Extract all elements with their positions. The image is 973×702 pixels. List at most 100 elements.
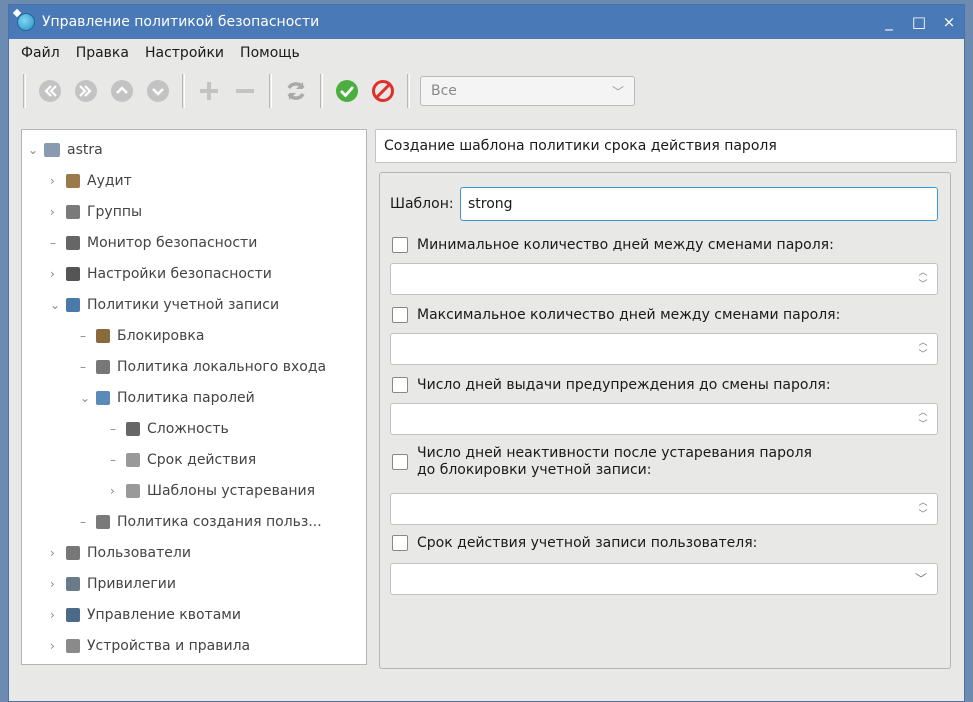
expand-icon[interactable]: › — [50, 174, 64, 188]
number-spinbox[interactable]: ︿ ﹀ — [390, 493, 938, 525]
field-checkbox[interactable] — [392, 454, 408, 470]
spin-arrows-icon[interactable]: ︿ ﹀ — [917, 267, 929, 291]
tree-item[interactable]: – Политика создания польз... — [80, 507, 322, 537]
spin-arrows-icon[interactable]: ︿ ﹀ — [917, 337, 929, 361]
up-icon[interactable] — [107, 76, 137, 106]
toolbar-separator — [269, 74, 272, 108]
tree-item[interactable]: – Политика локального входа — [80, 352, 326, 382]
menu-settings[interactable]: Настройки — [137, 45, 232, 61]
tree-item[interactable]: › Настройки безопасности — [50, 259, 272, 289]
detail-panel: Создание шаблона политики срока действия… — [375, 129, 957, 669]
filter-value: Все — [431, 83, 457, 99]
close-button[interactable]: × — [934, 13, 964, 31]
field-checkbox[interactable] — [392, 377, 408, 393]
field-checkbox[interactable] — [392, 535, 408, 551]
toolbar: Все ﹀ — [9, 67, 964, 115]
tree-item-icon — [66, 298, 80, 312]
tree-item[interactable]: ⌄ Политики учетной записи — [50, 290, 279, 320]
tree-item[interactable]: ⌄ Политика паролей — [80, 383, 255, 413]
date-dropdown[interactable]: ﹀ — [390, 563, 938, 595]
field-checkbox-row[interactable]: Минимальное количество дней между сменам… — [392, 237, 834, 254]
remove-icon[interactable] — [230, 76, 260, 106]
expand-icon[interactable]: › — [50, 639, 64, 653]
status-bar — [9, 673, 964, 701]
tree-item-label: Срок действия — [147, 452, 257, 468]
field-checkbox[interactable] — [392, 307, 408, 323]
tree-item[interactable]: › Аудит — [50, 166, 132, 196]
field-checkbox-row[interactable]: Число дней выдачи предупреждения до смен… — [392, 377, 831, 394]
chevron-down-icon[interactable]: ﹀ — [915, 570, 927, 587]
tree-item-icon — [126, 453, 140, 467]
expand-icon[interactable]: › — [50, 546, 64, 560]
minimize-button[interactable]: _ — [874, 13, 904, 31]
tree-item-icon — [96, 360, 110, 374]
tree-item[interactable]: › Группы — [50, 197, 142, 227]
tree-item-label: Группы — [87, 204, 143, 220]
field-label: Срок действия учетной записи пользовател… — [417, 535, 758, 551]
add-icon[interactable] — [194, 76, 224, 106]
number-spinbox[interactable]: ︿ ﹀ — [390, 263, 938, 295]
tree-item-label: Настройки безопасности — [87, 266, 272, 282]
tree-item-label: Политика паролей — [117, 390, 255, 406]
toolbar-separator — [320, 74, 323, 108]
menu-edit[interactable]: Правка — [68, 45, 137, 61]
expand-icon[interactable]: ⌄ — [80, 391, 94, 405]
form-panel: Шаблон: strong Минимальное количество дн… — [379, 172, 951, 669]
tree-item[interactable]: – Срок действия — [110, 445, 256, 475]
tree-item[interactable]: – Монитор безопасности — [50, 228, 257, 258]
tree-item[interactable]: – Сложность — [110, 414, 229, 444]
maximize-button[interactable]: □ — [904, 13, 934, 31]
expand-icon[interactable]: ⌄ — [28, 143, 42, 157]
expand-icon[interactable]: › — [50, 205, 64, 219]
tree-item[interactable]: › Привилегии — [50, 569, 176, 599]
tree-item-label: Сложность — [147, 421, 229, 437]
chevron-down-icon: ﹀ — [611, 84, 624, 99]
expand-icon[interactable]: ⌄ — [50, 298, 64, 312]
down-icon[interactable] — [143, 76, 173, 106]
field-checkbox-row[interactable]: Срок действия учетной записи пользовател… — [392, 535, 757, 552]
tree-item[interactable]: › Управление квотами — [50, 600, 241, 630]
tree-item[interactable]: – Блокировка — [80, 321, 204, 351]
tree-item-label: Политика создания польз... — [117, 514, 322, 530]
expand-icon[interactable]: › — [110, 484, 124, 498]
policy-tree: ⌄ astra › Аудит › Группы – Монитор безопасности… — [21, 129, 367, 665]
tree-branch: – — [80, 360, 86, 374]
form-heading: Создание шаблона политики срока действия… — [375, 129, 957, 163]
tree-item-icon — [66, 577, 80, 591]
tree-branch: – — [80, 329, 86, 343]
field-checkbox-row[interactable]: Максимальное количество дней между смена… — [392, 307, 840, 324]
tree-item-label: Политики учетной записи — [87, 297, 280, 313]
toolbar-separator — [182, 74, 185, 108]
field-label: Минимальное количество дней между сменам… — [417, 237, 834, 253]
number-spinbox[interactable]: ︿ ﹀ — [390, 403, 938, 435]
tree-item[interactable]: › Шаблоны устаревания — [110, 476, 315, 506]
menu-file[interactable]: Файл — [13, 45, 68, 61]
tree-branch: – — [80, 515, 86, 529]
expand-icon[interactable]: › — [50, 608, 64, 622]
spin-arrows-icon[interactable]: ︿ ﹀ — [917, 497, 929, 521]
tree-item-label: Пользователи — [87, 545, 191, 561]
template-input[interactable]: strong — [460, 187, 938, 221]
tree-branch: – — [110, 422, 116, 436]
number-spinbox[interactable]: ︿ ﹀ — [390, 333, 938, 365]
apply-icon[interactable] — [332, 76, 362, 106]
tree-item-label: Управление квотами — [87, 607, 241, 623]
tree-item-icon — [66, 267, 80, 281]
filter-select[interactable]: Все ﹀ — [420, 76, 635, 106]
last-icon[interactable] — [71, 76, 101, 106]
refresh-icon[interactable] — [281, 76, 311, 106]
tree-item[interactable]: › Пользователи — [50, 538, 191, 568]
menu-bar: Файл Правка Настройки Помощь — [9, 39, 964, 67]
tree-root[interactable]: ⌄ astra — [28, 135, 103, 165]
field-checkbox-row[interactable]: Число дней неактивности после устаревани… — [392, 445, 812, 479]
menu-help[interactable]: Помощь — [232, 45, 308, 61]
tree-item-label: Привилегии — [87, 576, 176, 592]
first-icon[interactable] — [35, 76, 65, 106]
expand-icon[interactable]: › — [50, 267, 64, 281]
field-checkbox[interactable] — [392, 237, 408, 253]
cancel-icon[interactable] — [368, 76, 398, 106]
tree-item[interactable]: › Устройства и правила — [50, 631, 250, 661]
spin-arrows-icon[interactable]: ︿ ﹀ — [917, 407, 929, 431]
tree-item-icon — [66, 639, 80, 653]
expand-icon[interactable]: › — [50, 577, 64, 591]
